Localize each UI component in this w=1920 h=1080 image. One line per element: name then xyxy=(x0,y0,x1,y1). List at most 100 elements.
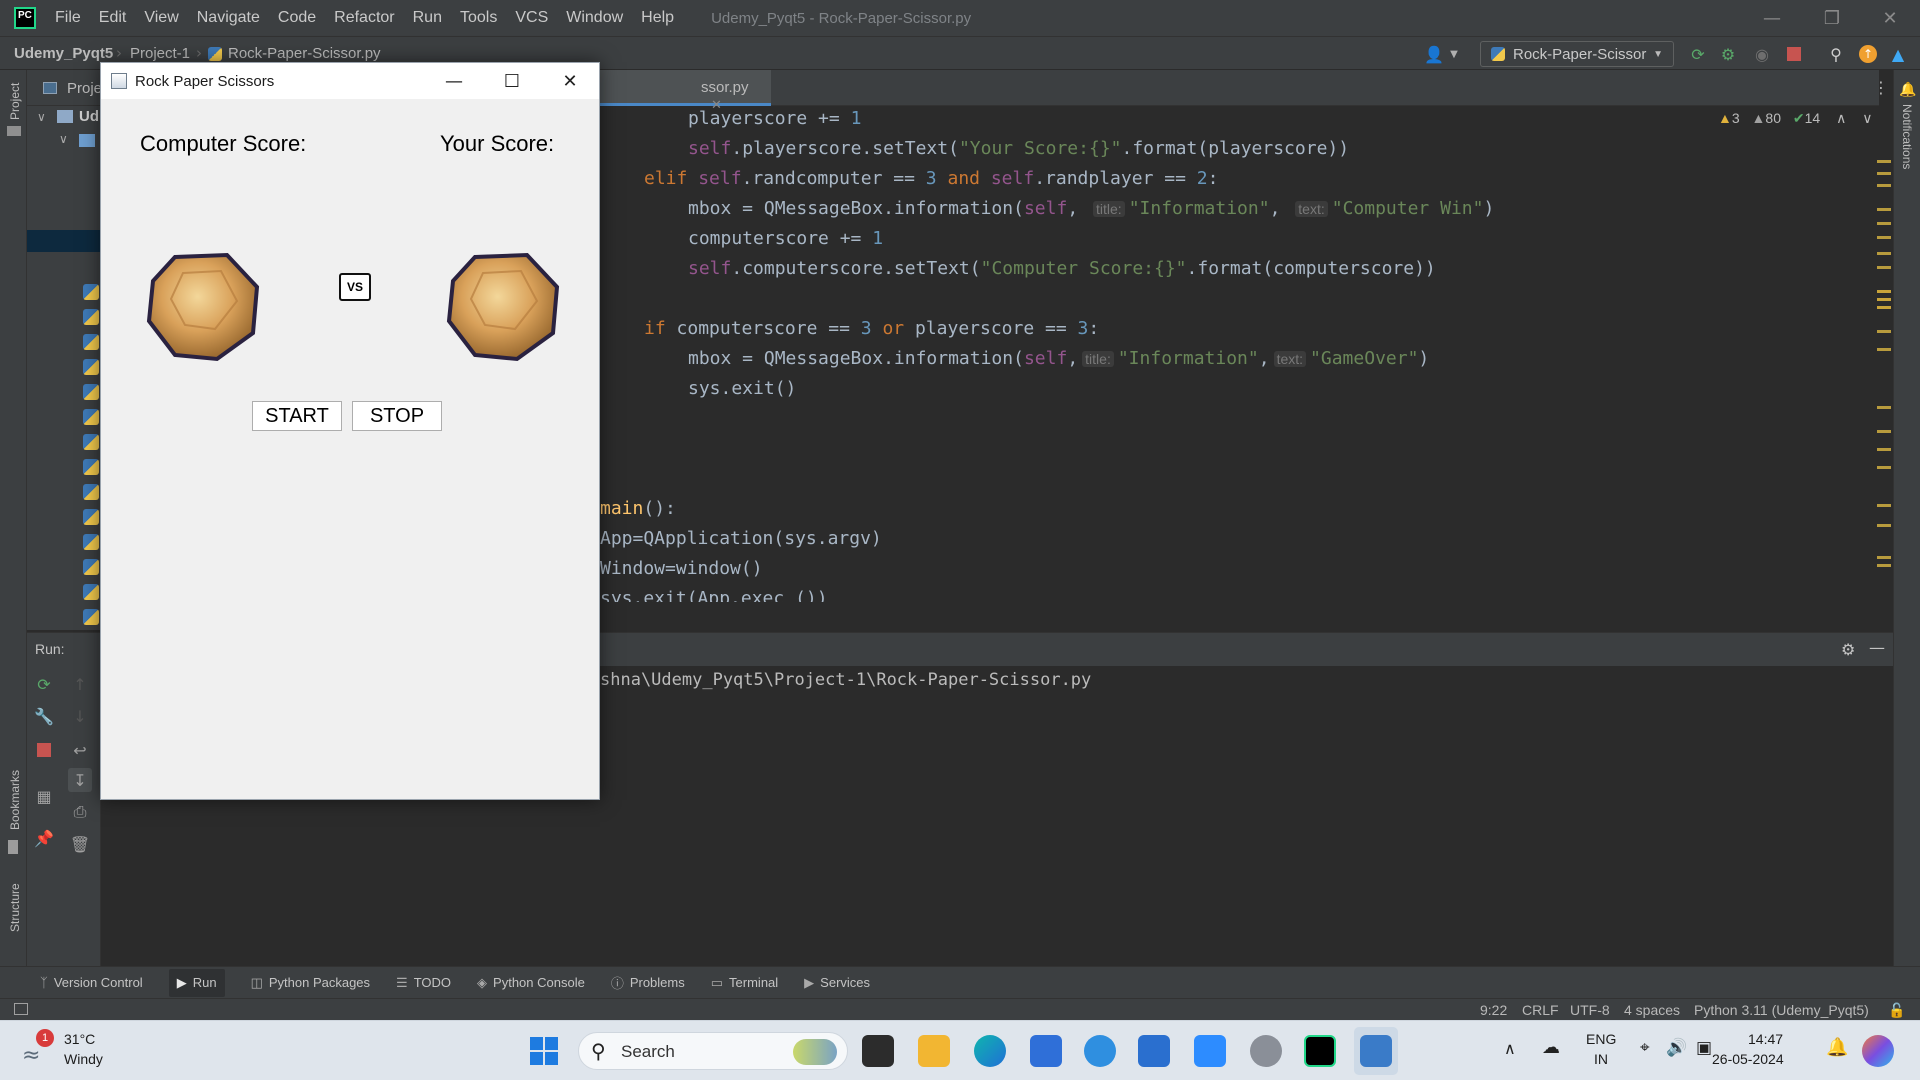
wifi-icon[interactable]: ⌖ xyxy=(1640,1038,1650,1058)
menu-run[interactable]: Run xyxy=(404,9,451,27)
microsoft-store-icon[interactable] xyxy=(1138,1035,1170,1067)
tool-todo[interactable]: ☰ TODO xyxy=(396,975,451,991)
onedrive-icon[interactable]: ☁ xyxy=(1542,1037,1560,1058)
volume-icon[interactable]: 🔊 xyxy=(1666,1038,1687,1058)
layout-icon[interactable]: ▦ xyxy=(32,784,56,808)
search-icon[interactable]: ⚲ xyxy=(1826,44,1846,64)
stripe-marker[interactable] xyxy=(1877,504,1891,507)
python-file-icon[interactable] xyxy=(83,334,99,350)
tool-run[interactable]: ▶ Run xyxy=(168,968,225,997)
tool-services[interactable]: ▶ Services xyxy=(804,975,870,991)
dialog-titlebar[interactable]: Rock Paper Scissors — ☐ ✕ xyxy=(101,63,599,99)
bookmarks-tool-button[interactable]: Bookmarks xyxy=(8,770,22,830)
chevron-down-icon[interactable]: ∨ xyxy=(37,110,46,124)
menu-navigate[interactable]: Navigate xyxy=(188,9,269,27)
inspections-widget[interactable]: ▲3 ▲80 ✔14 ∧ ∨ xyxy=(1718,110,1872,127)
python-file-icon[interactable] xyxy=(83,584,99,600)
file-encoding[interactable]: UTF-8 xyxy=(1570,1002,1610,1018)
scroll-to-end-icon[interactable]: ↧ xyxy=(68,768,92,792)
stripe-marker[interactable] xyxy=(1877,524,1891,527)
chevron-down-icon[interactable]: ▼ xyxy=(1444,44,1464,64)
clock-time[interactable]: 14:47 xyxy=(1748,1031,1783,1047)
language-bottom[interactable]: IN xyxy=(1594,1051,1608,1067)
tool-python-console[interactable]: ◈ Python Console xyxy=(477,975,585,991)
edge-icon[interactable] xyxy=(974,1035,1006,1067)
python-file-icon[interactable] xyxy=(83,459,99,475)
python-file-icon[interactable] xyxy=(83,484,99,500)
more-options-icon[interactable]: ⋮ xyxy=(1873,78,1889,97)
stripe-marker[interactable] xyxy=(1877,430,1891,433)
python-file-icon[interactable] xyxy=(83,609,99,625)
notifications-tool-button[interactable]: Notifications xyxy=(1900,104,1914,169)
maximize-icon[interactable]: ❐ xyxy=(1802,0,1862,36)
wrench-icon[interactable]: 🔧 xyxy=(32,704,56,728)
python-file-icon[interactable] xyxy=(83,559,99,575)
arrow-up-icon[interactable]: ↑ xyxy=(68,672,92,696)
debug-icon[interactable]: ⚙ xyxy=(1718,44,1738,64)
python-app-taskbar-icon[interactable] xyxy=(1360,1035,1392,1067)
stripe-marker[interactable] xyxy=(1877,448,1891,451)
rerun-icon[interactable]: ⟳ xyxy=(1688,44,1708,64)
app-icon[interactable] xyxy=(1084,1035,1116,1067)
menu-refactor[interactable]: Refactor xyxy=(325,9,403,27)
caret-position[interactable]: 9:22 xyxy=(1480,1002,1507,1018)
project-tab-label[interactable]: Proje xyxy=(67,80,102,97)
stripe-marker[interactable] xyxy=(1877,348,1891,351)
layout-toggle-icon[interactable] xyxy=(14,1003,28,1015)
menu-view[interactable]: View xyxy=(135,9,187,27)
menu-code[interactable]: Code xyxy=(269,9,325,27)
selected-tree-row[interactable] xyxy=(27,230,101,252)
start-button[interactable]: START xyxy=(252,401,342,431)
stripe-marker[interactable] xyxy=(1877,184,1891,187)
file-explorer-icon[interactable] xyxy=(918,1035,950,1067)
tool-version-control[interactable]: ᛉ Version Control xyxy=(40,975,143,990)
menu-file[interactable]: File xyxy=(46,9,90,27)
stripe-marker[interactable] xyxy=(1877,266,1891,269)
search-box[interactable]: ⚲ Search xyxy=(578,1032,848,1070)
stripe-marker[interactable] xyxy=(1877,160,1891,163)
stripe-marker[interactable] xyxy=(1877,466,1891,469)
menu-edit[interactable]: Edit xyxy=(90,9,136,27)
python-interpreter[interactable]: Python 3.11 (Udemy_Pyqt5) xyxy=(1694,1002,1869,1018)
python-file-icon[interactable] xyxy=(83,284,99,300)
pin-icon[interactable]: 📌 xyxy=(32,826,56,850)
editor-tab-active[interactable]: ssor.py ✕ xyxy=(591,70,771,112)
zoom-icon[interactable] xyxy=(1194,1035,1226,1067)
stripe-marker[interactable] xyxy=(1877,406,1891,409)
run-configuration-select[interactable]: Rock-Paper-Scissor ▼ xyxy=(1480,41,1674,67)
weather-desc[interactable]: Windy xyxy=(64,1051,103,1067)
print-icon[interactable]: ⎙ xyxy=(68,800,92,824)
update-icon[interactable]: ↑ xyxy=(1858,44,1878,64)
minimize-icon[interactable]: — xyxy=(1742,0,1802,36)
breadcrumb-file[interactable]: Rock-Paper-Scissor.py xyxy=(228,45,381,62)
project-root-label[interactable]: Ud xyxy=(79,108,99,125)
stripe-marker[interactable] xyxy=(1877,298,1891,301)
lock-icon[interactable]: 🔓 xyxy=(1888,1002,1905,1019)
stop-icon[interactable] xyxy=(1784,44,1804,64)
project-tool-button[interactable]: Project xyxy=(8,83,22,120)
tool-problems[interactable]: ⓘ Problems xyxy=(611,973,685,992)
coverage-icon[interactable]: ◉ xyxy=(1752,44,1772,64)
menu-vcs[interactable]: VCS xyxy=(506,9,557,27)
chevron-down-icon[interactable]: ∨ xyxy=(59,132,68,146)
python-file-icon[interactable] xyxy=(83,434,99,450)
hide-panel-icon[interactable]: — xyxy=(1869,638,1885,657)
stripe-marker[interactable] xyxy=(1877,172,1891,175)
python-file-icon[interactable] xyxy=(83,409,99,425)
stop-button[interactable]: STOP xyxy=(352,401,442,431)
line-separator[interactable]: CRLF xyxy=(1522,1002,1559,1018)
pycharm-taskbar-icon[interactable] xyxy=(1304,1035,1336,1067)
windows-start-icon[interactable] xyxy=(528,1035,560,1067)
tool-terminal[interactable]: ▭ Terminal xyxy=(711,975,778,991)
arrow-down-icon[interactable]: ↓ xyxy=(68,704,92,728)
stripe-marker[interactable] xyxy=(1877,222,1891,225)
teams-icon[interactable] xyxy=(1030,1035,1062,1067)
weather-widget[interactable]: ≈ 1 xyxy=(22,1029,56,1068)
minimize-icon[interactable]: — xyxy=(425,63,483,99)
weather-temp[interactable]: 31°C xyxy=(64,1031,95,1047)
menu-window[interactable]: Window xyxy=(557,9,632,27)
bell-icon[interactable]: 🔔 xyxy=(1899,82,1916,98)
python-file-icon[interactable] xyxy=(83,309,99,325)
jetbrains-ai-icon[interactable]: ▲ xyxy=(1888,44,1908,64)
clock-date[interactable]: 26-05-2024 xyxy=(1712,1051,1784,1067)
